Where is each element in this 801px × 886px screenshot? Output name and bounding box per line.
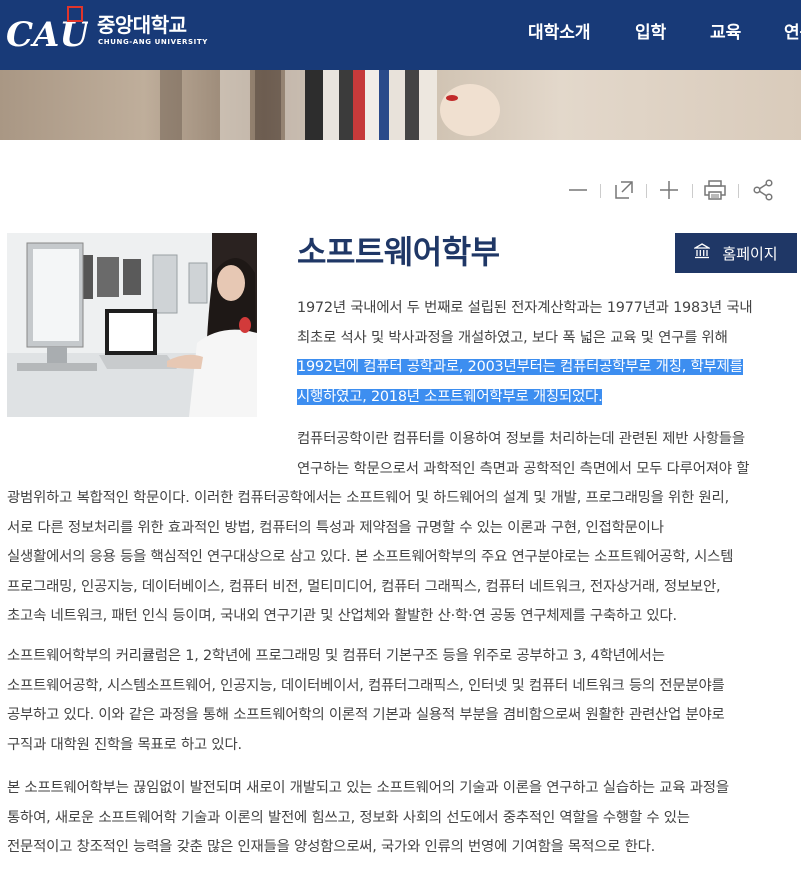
paragraph-line: 서로 다른 정보처리를 위한 효과적인 방법, 컴퓨터의 특성과 제약점을 규명…	[7, 519, 664, 536]
minus-icon[interactable]	[564, 176, 592, 204]
paragraph-line: 구직과 대학원 진학을 목표로 하고 있다.	[7, 736, 242, 753]
top-header: CAU 중앙대학교 CHUNG-ANG UNIVERSITY 대학소개 입학 교…	[0, 0, 801, 70]
expand-icon[interactable]	[610, 176, 638, 204]
page-title: 소프트웨어학부	[297, 233, 500, 271]
paragraph-line: 연구하는 학문으로서 과학적인 측면과 공학적인 측면에서 모두 다루어져야 할	[297, 460, 750, 477]
paragraph-line: 소프트웨어공학, 시스템소프트웨어, 인공지능, 데이터베이서, 컴퓨터그래픽스…	[7, 677, 725, 694]
toolbar-divider	[600, 184, 601, 198]
paragraph-line: 전문적이고 창조적인 능력을 갖춘 많은 인재들을 양성함으로써, 국가와 인류…	[7, 839, 656, 856]
paragraph-line: 본 소프트웨어학부는 끊임없이 발전되며 새로이 개발되고 있는 소프트웨어의 …	[7, 780, 729, 796]
paragraph-line: 통하여, 새로운 소프트웨어학 기술과 이론의 발전에 힘쓰고, 정보화 사회의…	[7, 809, 690, 826]
selected-text[interactable]: 시행하였고, 2018년 소프트웨어학부로 개칭되었다.	[297, 388, 603, 405]
nav-item-education[interactable]: 교육	[710, 18, 741, 43]
paragraph-research: 광범위하고 복합적인 학문이다. 이러한 컴퓨터공학에서는 소프트웨어 및 하드…	[7, 484, 733, 632]
department-photo	[7, 233, 257, 417]
nav-item-research[interactable]: 연구	[784, 18, 801, 43]
intro-line: 1972년 국내에서 두 번째로 설립된 전자계산학과는 1977년과 1983…	[297, 300, 753, 316]
homepage-button[interactable]: 홈페이지	[675, 233, 797, 273]
paragraph-goal: 본 소프트웨어학부는 끊임없이 발전되며 새로이 개발되고 있는 소프트웨어의 …	[7, 774, 729, 863]
nav-item-admission[interactable]: 입학	[635, 18, 666, 43]
intro-paragraph: 1972년 국내에서 두 번째로 설립된 전자계산학과는 1977년과 1983…	[297, 294, 753, 412]
paragraph-line: 프로그래밍, 인공지능, 데이터베이스, 컴퓨터 비전, 멀티미디어, 컴퓨터 …	[7, 578, 721, 595]
content-toolbar	[560, 176, 790, 206]
paragraph-curriculum: 소프트웨어학부의 커리큘럼은 1, 2학년에 프로그래밍 및 컴퓨터 기본구조 …	[7, 642, 725, 760]
nav-item-about[interactable]: 대학소개	[528, 18, 591, 43]
intro-line: 최초로 석사 및 박사과정을 개설하였고, 보다 폭 넓은 교육 및 연구를 위…	[297, 329, 728, 346]
paragraph-research-indent: 컴퓨터공학이란 컴퓨터를 이용하여 정보를 처리하는데 관련된 제반 사항들을 …	[297, 425, 749, 484]
share-icon[interactable]	[749, 176, 777, 204]
paragraph-line: 컴퓨터공학이란 컴퓨터를 이용하여 정보를 처리하는데 관련된 제반 사항들을	[297, 431, 745, 447]
plus-icon[interactable]	[655, 176, 683, 204]
paragraph-line: 실생활에서의 응용 등을 핵심적인 연구대상으로 삼고 있다. 본 소프트웨어학…	[7, 549, 734, 566]
homepage-label: 홈페이지	[722, 244, 778, 263]
header-banner-image	[0, 70, 801, 140]
paragraph-line: 초고속 네트워크, 패턴 인식 등이며, 국내외 연구기관 및 산업체와 활발한…	[7, 608, 677, 625]
main-nav: 대학소개 입학 교육 연구	[0, 18, 801, 43]
paragraph-line: 공부하고 있다. 이와 같은 과정을 통해 소프트웨어학의 이론적 기본과 실용…	[7, 707, 725, 724]
toolbar-divider	[738, 184, 739, 198]
toolbar-divider	[646, 184, 647, 198]
selected-text[interactable]: 1992년에 컴퓨터 공학과로, 2003년부터는 컴퓨터공학부로 개칭, 학부…	[297, 359, 743, 376]
bank-icon	[692, 243, 712, 263]
print-icon[interactable]	[701, 176, 729, 204]
paragraph-line: 소프트웨어학부의 커리큘럼은 1, 2학년에 프로그래밍 및 컴퓨터 기본구조 …	[7, 648, 665, 664]
toolbar-divider	[692, 184, 693, 198]
paragraph-line: 광범위하고 복합적인 학문이다. 이러한 컴퓨터공학에서는 소프트웨어 및 하드…	[7, 490, 729, 506]
